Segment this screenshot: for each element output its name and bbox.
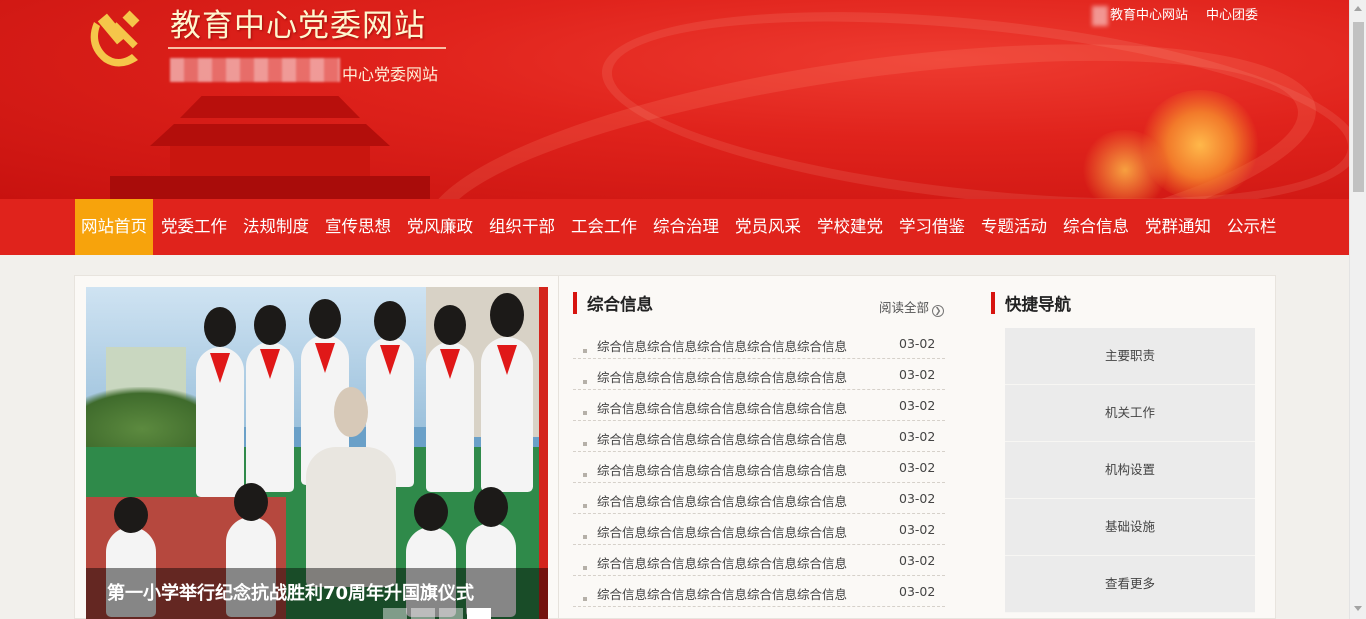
news-list: 综合信息综合信息综合信息综合信息综合信息 03-02 综合信息综合信息综合信息综合信…	[573, 328, 945, 607]
quick-nav-header: 快捷导航	[991, 292, 1257, 314]
news-item-date: 03-02	[899, 460, 936, 475]
news-item[interactable]: 综合信息综合信息综合信息综合信息综合信息 03-02	[573, 452, 945, 483]
slider-dot[interactable]	[383, 608, 407, 619]
quick-nav-item[interactable]: 机构设置	[1005, 442, 1255, 499]
news-section-title: 综合信息	[587, 295, 653, 314]
slider-dot[interactable]	[467, 608, 491, 619]
site-subtitle: 中心党委网站	[342, 65, 439, 84]
party-emblem-icon	[90, 10, 140, 67]
slider-dot[interactable]	[411, 608, 435, 619]
scrollbar-thumb[interactable]	[1353, 22, 1364, 192]
nav-item[interactable]: 党员风采	[727, 199, 809, 255]
news-item[interactable]: 综合信息综合信息综合信息综合信息综合信息 03-02	[573, 359, 945, 390]
nav-item[interactable]: 学校建党	[809, 199, 891, 255]
quick-nav-item[interactable]: 基础设施	[1005, 499, 1255, 556]
news-item-title[interactable]: 综合信息综合信息综合信息综合信息综合信息	[597, 336, 847, 355]
news-item[interactable]: 综合信息综合信息综合信息综合信息综合信息 03-02	[573, 483, 945, 514]
bullet-icon	[583, 535, 587, 539]
section-accent-bar	[573, 292, 577, 314]
scroll-up-arrow-icon[interactable]	[1354, 6, 1362, 11]
quick-nav-section: 快捷导航 主要职责 机关工作 机构设置 基础设施 查看更多	[991, 292, 1257, 613]
bullet-icon	[583, 349, 587, 353]
news-item-title[interactable]: 综合信息综合信息综合信息综合信息综合信息	[597, 460, 847, 479]
news-item-title[interactable]: 综合信息综合信息综合信息综合信息综合信息	[597, 491, 847, 510]
news-item-date: 03-02	[899, 553, 936, 568]
toplink-education-center[interactable]: 教育中心网站	[1091, 4, 1188, 26]
bullet-icon	[583, 411, 587, 415]
blurred-subtitle-prefix	[170, 58, 340, 82]
news-item[interactable]: 综合信息综合信息综合信息综合信息综合信息 03-02	[573, 390, 945, 421]
quick-nav-title: 快捷导航	[1005, 295, 1071, 314]
nav-item[interactable]: 公示栏	[1219, 199, 1285, 255]
slider-pagination	[383, 608, 491, 619]
nav-item[interactable]: 党委工作	[153, 199, 235, 255]
scroll-down-arrow-icon[interactable]	[1354, 606, 1362, 611]
bullet-icon	[583, 597, 587, 601]
nav-item[interactable]: 综合治理	[645, 199, 727, 255]
news-item[interactable]: 综合信息综合信息综合信息综合信息综合信息 03-02	[573, 514, 945, 545]
news-item-title[interactable]: 综合信息综合信息综合信息综合信息综合信息	[597, 584, 847, 603]
tiananmen-illustration	[110, 88, 430, 199]
news-item-title[interactable]: 综合信息综合信息综合信息综合信息综合信息	[597, 553, 847, 572]
nav-item[interactable]: 党群通知	[1137, 199, 1219, 255]
main-navigation: 网站首页 党委工作 法规制度 宣传思想 党风廉政 组织干部 工会工作 综合治理 党员风采 学校建党…	[0, 199, 1349, 255]
news-item-date: 03-02	[899, 367, 936, 382]
news-item-title[interactable]: 综合信息综合信息综合信息综合信息综合信息	[597, 367, 847, 386]
bullet-icon	[583, 473, 587, 477]
quick-nav-item[interactable]: 查看更多	[1005, 556, 1255, 613]
quick-nav-item[interactable]: 主要职责	[1005, 328, 1255, 385]
quick-nav-item[interactable]: 机关工作	[1005, 385, 1255, 442]
nav-item[interactable]: 专题活动	[973, 199, 1055, 255]
nav-item[interactable]: 学习借鉴	[891, 199, 973, 255]
news-item[interactable]: 综合信息综合信息综合信息综合信息综合信息 03-02	[573, 545, 945, 576]
news-item[interactable]: 综合信息综合信息综合信息综合信息综合信息 03-02	[573, 576, 945, 607]
news-item[interactable]: 综合信息综合信息综合信息综合信息综合信息 03-02	[573, 421, 945, 452]
read-all-link[interactable]: 阅读全部 ❯	[879, 297, 945, 317]
nav-item[interactable]: 法规制度	[235, 199, 317, 255]
news-item-date: 03-02	[899, 336, 936, 351]
news-item-date: 03-02	[899, 429, 936, 444]
bullet-icon	[583, 504, 587, 508]
news-item-title[interactable]: 综合信息综合信息综合信息综合信息综合信息	[597, 522, 847, 541]
toplink-youth-league[interactable]: 中心团委	[1206, 4, 1258, 26]
news-item-title[interactable]: 综合信息综合信息综合信息综合信息综合信息	[597, 429, 847, 448]
news-item-date: 03-02	[899, 522, 936, 537]
image-slider[interactable]: 第一小学举行纪念抗战胜利70周年升国旗仪式	[86, 287, 548, 619]
nav-item[interactable]: 党风廉政	[399, 199, 481, 255]
news-section: 综合信息 阅读全部 ❯ 综合信息综合信息综合信息综合信息综合信息 03-02 综合信息…	[573, 292, 945, 607]
title-divider	[168, 47, 446, 49]
nav-item[interactable]: 网站首页	[75, 199, 153, 255]
news-item[interactable]: 综合信息综合信息综合信息综合信息综合信息 03-02	[573, 328, 945, 359]
header-banner: 教育中心党委网站 中心党委网站 教育中心网站 中心团委	[0, 0, 1349, 199]
blurred-prefix	[1091, 5, 1108, 26]
news-section-header: 综合信息 阅读全部 ❯	[573, 292, 945, 317]
quick-nav-list: 主要职责 机关工作 机构设置 基础设施 查看更多	[1005, 328, 1255, 613]
slider-dot[interactable]	[439, 608, 463, 619]
nav-item[interactable]: 组织干部	[481, 199, 563, 255]
main-content: 第一小学举行纪念抗战胜利70周年升国旗仪式 综合信息 阅读全部 ❯ 综合信息综合信…	[74, 275, 1276, 619]
arrow-circle-right-icon: ❯	[932, 305, 945, 317]
column-divider	[558, 276, 559, 619]
site-title: 教育中心党委网站	[170, 8, 426, 44]
slider-caption[interactable]: 第一小学举行纪念抗战胜利70周年升国旗仪式	[107, 579, 474, 605]
bullet-icon	[583, 380, 587, 384]
news-item-date: 03-02	[899, 398, 936, 413]
section-accent-bar	[991, 292, 995, 314]
news-item-title[interactable]: 综合信息综合信息综合信息综合信息综合信息	[597, 398, 847, 417]
nav-item[interactable]: 综合信息	[1055, 199, 1137, 255]
nav-item[interactable]: 宣传思想	[317, 199, 399, 255]
nav-list: 网站首页 党委工作 法规制度 宣传思想 党风廉政 组织干部 工会工作 综合治理 党员风采 学校建党…	[75, 199, 1285, 255]
bullet-icon	[583, 442, 587, 446]
nav-item[interactable]: 工会工作	[563, 199, 645, 255]
page-scrollbar[interactable]	[1349, 0, 1366, 619]
top-links: 教育中心网站 中心团委	[1091, 4, 1258, 26]
news-item-date: 03-02	[899, 491, 936, 506]
bullet-icon	[583, 566, 587, 570]
news-item-date: 03-02	[899, 584, 936, 599]
